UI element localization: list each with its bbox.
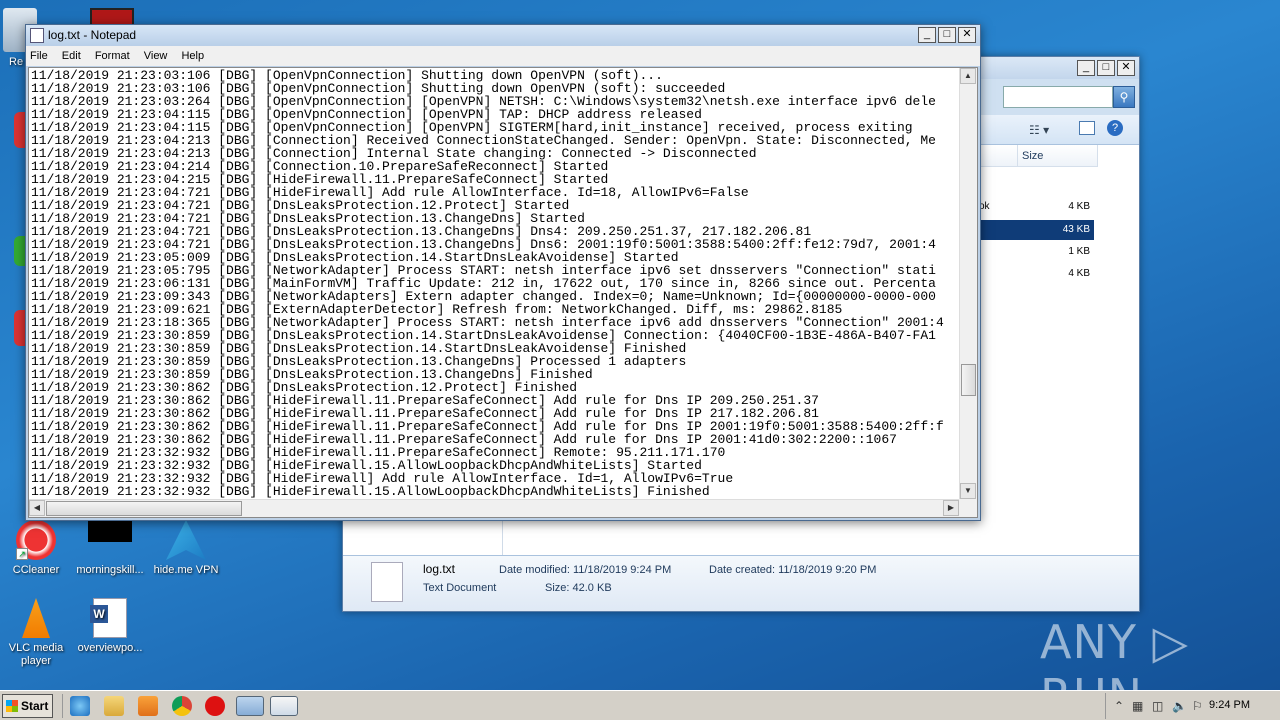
- vertical-scroll-thumb[interactable]: [961, 364, 976, 396]
- desktop-icon-label: morningskill...: [76, 564, 144, 576]
- details-size: Size: 42.0 KB: [545, 582, 612, 594]
- internet-explorer-icon[interactable]: [70, 696, 90, 716]
- maximize-button[interactable]: □: [1097, 60, 1115, 76]
- minimize-button[interactable]: _: [1077, 60, 1095, 76]
- file-row[interactable]: 1 KB: [979, 242, 1094, 262]
- taskbar: Start ⌃ ▦ ◫ 🔈 ⚐ 9:24 PM: [0, 690, 1280, 720]
- morningskill-icon: [88, 520, 132, 542]
- flag-icon[interactable]: ⚐: [1192, 699, 1203, 713]
- volume-icon[interactable]: 🔈: [1172, 699, 1187, 713]
- close-button[interactable]: ✕: [1117, 60, 1135, 76]
- notepad-taskbar-icon[interactable]: [270, 696, 298, 716]
- start-button[interactable]: Start: [2, 694, 53, 718]
- horizontal-scrollbar[interactable]: ◀ ▶: [29, 499, 959, 517]
- menu-file[interactable]: File: [30, 50, 48, 62]
- help-icon[interactable]: ?: [1107, 120, 1123, 136]
- file-size: 1 KB: [1068, 246, 1090, 257]
- desktop-icon-label: CCleaner: [12, 564, 60, 576]
- taskbar-separator: [62, 694, 63, 718]
- shortcut-arrow-icon: ↗: [16, 548, 28, 560]
- horizontal-scroll-thumb[interactable]: [46, 501, 242, 516]
- menu-format[interactable]: Format: [95, 50, 130, 62]
- desktop-icon-morningskill[interactable]: morningskill...: [74, 520, 146, 577]
- column-header-size[interactable]: Size: [1018, 145, 1098, 167]
- desktop-icon-overviewpo[interactable]: W overviewpo...: [74, 598, 146, 655]
- opera-icon[interactable]: [205, 696, 225, 716]
- word-document-icon: W: [90, 598, 127, 638]
- file-row[interactable]: ok 4 KB: [979, 197, 1094, 217]
- scroll-down-arrow-icon[interactable]: ▼: [960, 483, 976, 499]
- text-editor[interactable]: 11/18/2019 21:23:03:106 [DBG] [OpenVpnCo…: [28, 67, 978, 518]
- menu-edit[interactable]: Edit: [62, 50, 81, 62]
- menu-bar: File Edit Format View Help: [26, 46, 980, 66]
- desktop-icon-label: overviewpo...: [77, 642, 143, 654]
- details-filetype: Text Document: [423, 582, 497, 594]
- menu-view[interactable]: View: [144, 50, 168, 62]
- window-title: log.txt - Notepad: [48, 28, 137, 42]
- file-size: 4 KB: [1068, 201, 1090, 212]
- clock[interactable]: 9:24 PM: [1209, 699, 1250, 711]
- scroll-right-arrow-icon[interactable]: ▶: [943, 500, 959, 516]
- chrome-icon[interactable]: [172, 696, 192, 716]
- network-icon[interactable]: ▦: [1132, 699, 1143, 713]
- media-player-icon[interactable]: [138, 696, 158, 716]
- preview-pane-icon[interactable]: [1079, 121, 1095, 135]
- menu-help[interactable]: Help: [181, 50, 204, 62]
- vlc-cone-icon: [22, 598, 50, 638]
- desktop-icon-label: hide.me VPN: [153, 564, 219, 576]
- text-file-icon: [371, 562, 403, 602]
- word-logo-icon: W: [90, 605, 108, 623]
- file-row[interactable]: 43 KB: [979, 220, 1094, 240]
- scroll-up-arrow-icon[interactable]: ▲: [960, 68, 976, 84]
- file-size: 4 KB: [1068, 268, 1090, 279]
- maximize-button[interactable]: □: [938, 27, 956, 43]
- file-row[interactable]: 4 KB: [979, 264, 1094, 284]
- details-date-created: Date created: 11/18/2019 9:20 PM: [709, 564, 877, 576]
- search-input[interactable]: [1003, 86, 1113, 108]
- vertical-scrollbar[interactable]: ▲ ▼: [959, 68, 977, 499]
- notepad-window[interactable]: log.txt - Notepad _ □ ✕ File Edit Format V…: [25, 24, 981, 521]
- desktop-icon-hideme-vpn[interactable]: hide.me VPN: [150, 520, 222, 577]
- close-button[interactable]: ✕: [958, 27, 976, 43]
- details-pane: log.txt Text Document Date modified: 11/…: [343, 555, 1139, 611]
- notepad-titlebar[interactable]: log.txt - Notepad _ □ ✕: [26, 25, 980, 46]
- show-hidden-icons-icon[interactable]: ⌃: [1114, 699, 1124, 713]
- ccleaner-icon: ↗: [16, 520, 56, 560]
- details-filename: log.txt: [423, 562, 456, 576]
- search-icon[interactable]: ⚲: [1113, 86, 1135, 108]
- desktop-icon-ccleaner[interactable]: ↗ CCleaner: [0, 520, 72, 577]
- hideme-vpn-icon: [166, 520, 206, 560]
- hideme-taskbar-icon[interactable]: [236, 696, 264, 716]
- desktop-icon-label: VLC media player: [8, 642, 64, 667]
- file-explorer-icon[interactable]: [104, 696, 124, 716]
- system-tray: ⌃ ▦ ◫ 🔈 ⚐ 9:24 PM: [1105, 693, 1280, 719]
- details-date-modified: Date modified: 11/18/2019 9:24 PM: [499, 564, 672, 576]
- text-content[interactable]: 11/18/2019 21:23:03:106 [DBG] [OpenVpnCo…: [29, 68, 959, 499]
- file-size: 43 KB: [1062, 224, 1090, 235]
- minimize-button[interactable]: _: [918, 27, 936, 43]
- view-options-icon[interactable]: ☷ ▾: [1029, 123, 1049, 137]
- notepad-icon: [30, 28, 44, 43]
- desktop-icon-vlc[interactable]: VLC media player: [0, 598, 72, 668]
- scroll-left-arrow-icon[interactable]: ◀: [29, 500, 45, 516]
- resize-grip-icon[interactable]: [959, 499, 977, 517]
- action-center-icon[interactable]: ◫: [1152, 699, 1163, 713]
- log-line[interactable]: 11/18/2019 21:23:32:932 [DBG] [HideFirew…: [31, 485, 959, 498]
